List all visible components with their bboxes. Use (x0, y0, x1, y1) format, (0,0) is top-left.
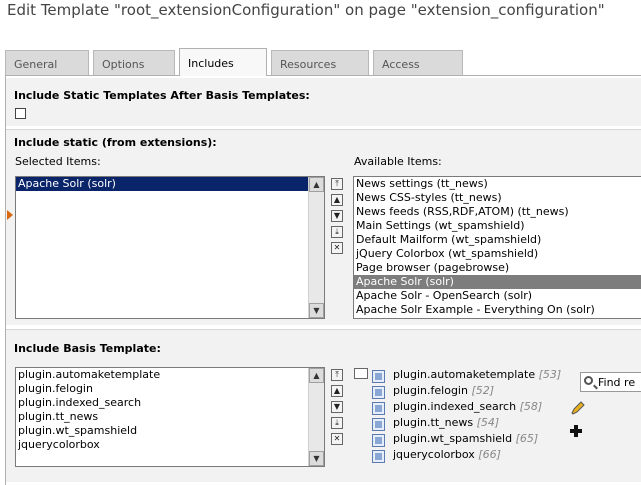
current-marker-icon (7, 210, 13, 220)
remove-item-button[interactable]: ✕ (331, 242, 343, 254)
move-top-button[interactable]: ⤒ (331, 178, 343, 190)
add-plus-icon[interactable] (569, 424, 583, 438)
list-item[interactable]: Apache Solr (solr) (354, 275, 641, 289)
list-item[interactable]: Page browser (pagebrowse) (354, 261, 641, 275)
list-item[interactable]: plugin.indexed_search (16, 396, 324, 410)
static-after-basis-header: Include Static Templates After Basis Tem… (14, 89, 310, 102)
tree-item[interactable]: jquerycolorbox [66] (393, 448, 501, 461)
tab-access[interactable]: Access (373, 50, 463, 75)
scroll-up-icon[interactable]: ▲ (309, 368, 324, 383)
list-item[interactable]: plugin.automaketemplate (16, 368, 324, 382)
move-up-button[interactable]: ▲ (331, 194, 343, 206)
template-icon (372, 402, 385, 415)
move-bottom-button[interactable]: ⤓ (331, 226, 343, 238)
selected-list-scrollbar[interactable]: ▲ ▼ (308, 177, 324, 318)
scroll-down-icon[interactable]: ▼ (309, 451, 324, 466)
basis-list-scrollbar[interactable]: ▲ ▼ (308, 368, 324, 466)
template-icon (372, 450, 385, 463)
include-basis-header: Include Basis Template: (14, 342, 161, 355)
tree-item[interactable]: plugin.indexed_search [58] (393, 400, 542, 413)
remove-item-button[interactable]: ✕ (331, 433, 343, 445)
list-item[interactable]: plugin.tt_news (16, 410, 324, 424)
move-up-button[interactable]: ▲ (331, 385, 343, 397)
list-item[interactable]: plugin.wt_spamshield (16, 424, 324, 438)
list-item[interactable]: plugin.felogin (16, 382, 324, 396)
available-items-label: Available Items: (354, 155, 442, 168)
tab-includes[interactable]: Includes (179, 48, 267, 76)
selected-items-label: Selected Items: (15, 155, 101, 168)
tab-options[interactable]: Options (93, 50, 175, 75)
list-item[interactable]: jquerycolorbox (16, 438, 324, 452)
move-down-button[interactable]: ▼ (331, 401, 343, 413)
find-records-button[interactable]: Find re (580, 372, 641, 392)
list-item[interactable]: News settings (tt_news) (354, 177, 641, 191)
tab-resources[interactable]: Resources (271, 50, 369, 75)
tree-item[interactable]: plugin.felogin [52] (393, 384, 494, 397)
list-item[interactable]: Apache Solr (solr) (16, 177, 324, 191)
page-title: Edit Template "root_extensionConfigurati… (7, 1, 605, 19)
list-item[interactable]: Apache Solr Example - Everything On (sol… (354, 303, 641, 317)
move-bottom-button[interactable]: ⤓ (331, 417, 343, 429)
template-icon (372, 434, 385, 447)
search-icon (584, 376, 593, 385)
include-static-header: Include static (from extensions): (14, 136, 217, 149)
available-items-list[interactable]: News settings (tt_news) News CSS-styles … (353, 176, 641, 319)
template-icon (372, 370, 385, 383)
selected-items-list[interactable]: Apache Solr (solr) ▲ ▼ (15, 176, 325, 319)
list-item[interactable]: jQuery Colorbox (wt_spamshield) (354, 247, 641, 261)
folder-icon (354, 368, 368, 379)
tree-item[interactable]: plugin.tt_news [54] (393, 416, 499, 429)
tab-bar: General Options Includes Resources Acces… (5, 48, 641, 76)
basis-selected-list[interactable]: plugin.automaketemplate plugin.felogin p… (15, 367, 325, 467)
tree-item[interactable]: plugin.automaketemplate [53] (393, 368, 561, 381)
list-item[interactable]: News CSS-styles (tt_news) (354, 191, 641, 205)
scroll-down-icon[interactable]: ▼ (309, 303, 324, 318)
list-item[interactable]: Default Mailform (wt_spamshield) (354, 233, 641, 247)
list-item[interactable]: News feeds (RSS,RDF,ATOM) (tt_news) (354, 205, 641, 219)
edit-pencil-icon[interactable] (570, 400, 586, 416)
list-item[interactable]: Main Settings (wt_spamshield) (354, 219, 641, 233)
static-after-basis-section (6, 78, 641, 126)
template-icon (372, 418, 385, 431)
static-after-basis-checkbox[interactable] (15, 108, 26, 119)
tree-item[interactable]: plugin.wt_spamshield [65] (393, 432, 538, 445)
tab-general[interactable]: General (5, 50, 89, 75)
template-icon (372, 386, 385, 399)
list-item[interactable]: Apache Solr - OpenSearch (solr) (354, 289, 641, 303)
scroll-up-icon[interactable]: ▲ (309, 177, 324, 192)
move-down-button[interactable]: ▼ (331, 210, 343, 222)
move-top-button[interactable]: ⤒ (331, 369, 343, 381)
